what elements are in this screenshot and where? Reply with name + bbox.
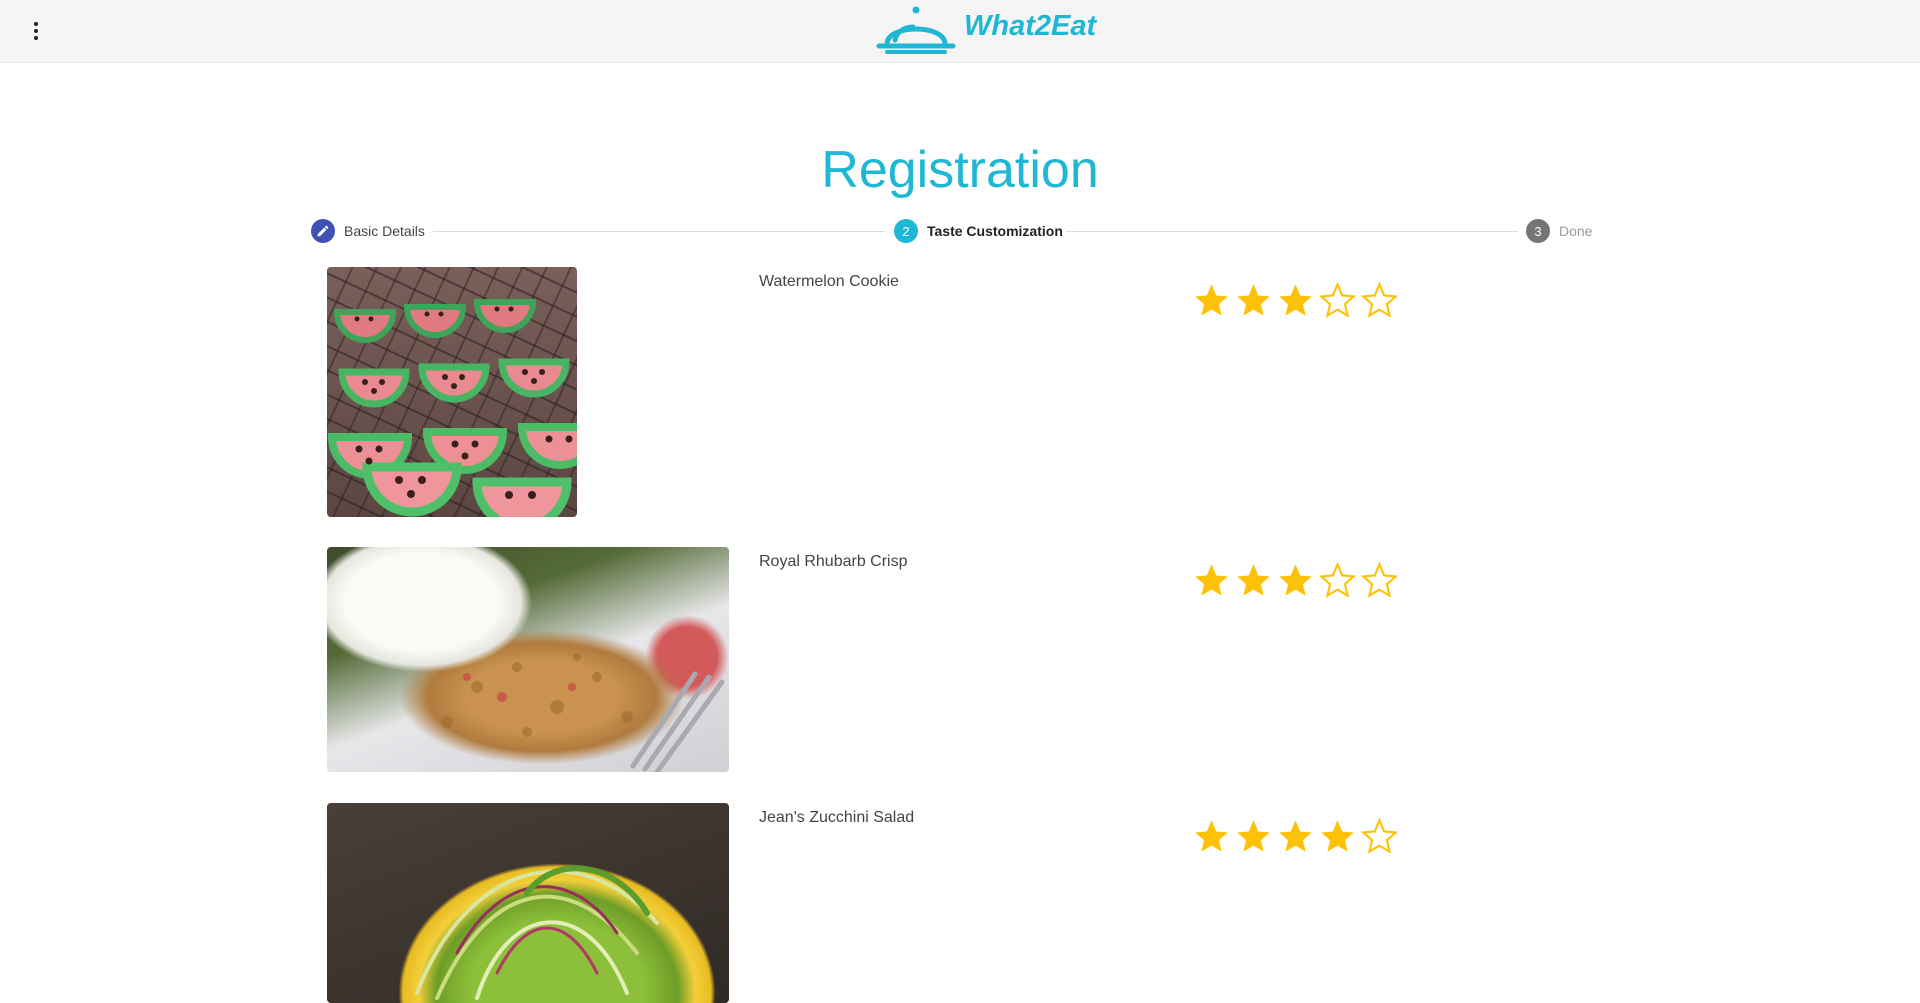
star-filled-icon[interactable] <box>1234 817 1273 856</box>
step-label: Taste Customization <box>927 223 1063 239</box>
star-empty-icon[interactable] <box>1360 561 1399 600</box>
step-basic-details[interactable]: Basic Details <box>311 218 425 244</box>
star-filled-icon[interactable] <box>1234 561 1273 600</box>
more-vert-icon[interactable] <box>22 16 50 46</box>
step-number: 3 <box>1526 219 1550 243</box>
food-name: Royal Rhubarb Crisp <box>759 553 908 570</box>
star-filled-icon[interactable] <box>1276 281 1315 320</box>
star-rating[interactable] <box>1192 281 1399 320</box>
brand-name: What2Eat <box>964 10 1097 42</box>
star-rating[interactable] <box>1192 817 1399 856</box>
star-filled-icon[interactable] <box>1192 561 1231 600</box>
food-cloche-icon <box>876 6 956 54</box>
step-number: 2 <box>894 219 918 243</box>
star-empty-icon[interactable] <box>1360 817 1399 856</box>
step-connector <box>1066 231 1518 232</box>
star-filled-icon[interactable] <box>1276 817 1315 856</box>
step-taste-customization[interactable]: 2 Taste Customization <box>894 218 1063 244</box>
star-filled-icon[interactable] <box>1192 281 1231 320</box>
page-title: Registration <box>821 141 1099 199</box>
star-empty-icon[interactable] <box>1360 281 1399 320</box>
registration-stepper: Basic Details 2 Taste Customization 3 Do… <box>0 218 1920 244</box>
edit-pencil-icon <box>311 219 335 243</box>
step-connector <box>433 231 885 232</box>
food-image <box>327 267 577 517</box>
step-label: Done <box>1559 223 1593 239</box>
food-image <box>327 803 729 1003</box>
app-toolbar: What2Eat <box>0 0 1920 63</box>
star-filled-icon[interactable] <box>1234 281 1273 320</box>
star-filled-icon[interactable] <box>1276 561 1315 600</box>
star-empty-icon[interactable] <box>1318 281 1357 320</box>
step-done[interactable]: 3 Done <box>1526 218 1592 244</box>
food-name: Watermelon Cookie <box>759 273 899 290</box>
brand[interactable]: What2Eat <box>868 4 1096 60</box>
food-name: Jean's Zucchini Salad <box>759 809 915 826</box>
star-empty-icon[interactable] <box>1318 561 1357 600</box>
star-rating[interactable] <box>1192 561 1399 600</box>
food-image <box>327 547 729 772</box>
star-filled-icon[interactable] <box>1318 817 1357 856</box>
star-filled-icon[interactable] <box>1192 817 1231 856</box>
step-label: Basic Details <box>344 223 425 239</box>
